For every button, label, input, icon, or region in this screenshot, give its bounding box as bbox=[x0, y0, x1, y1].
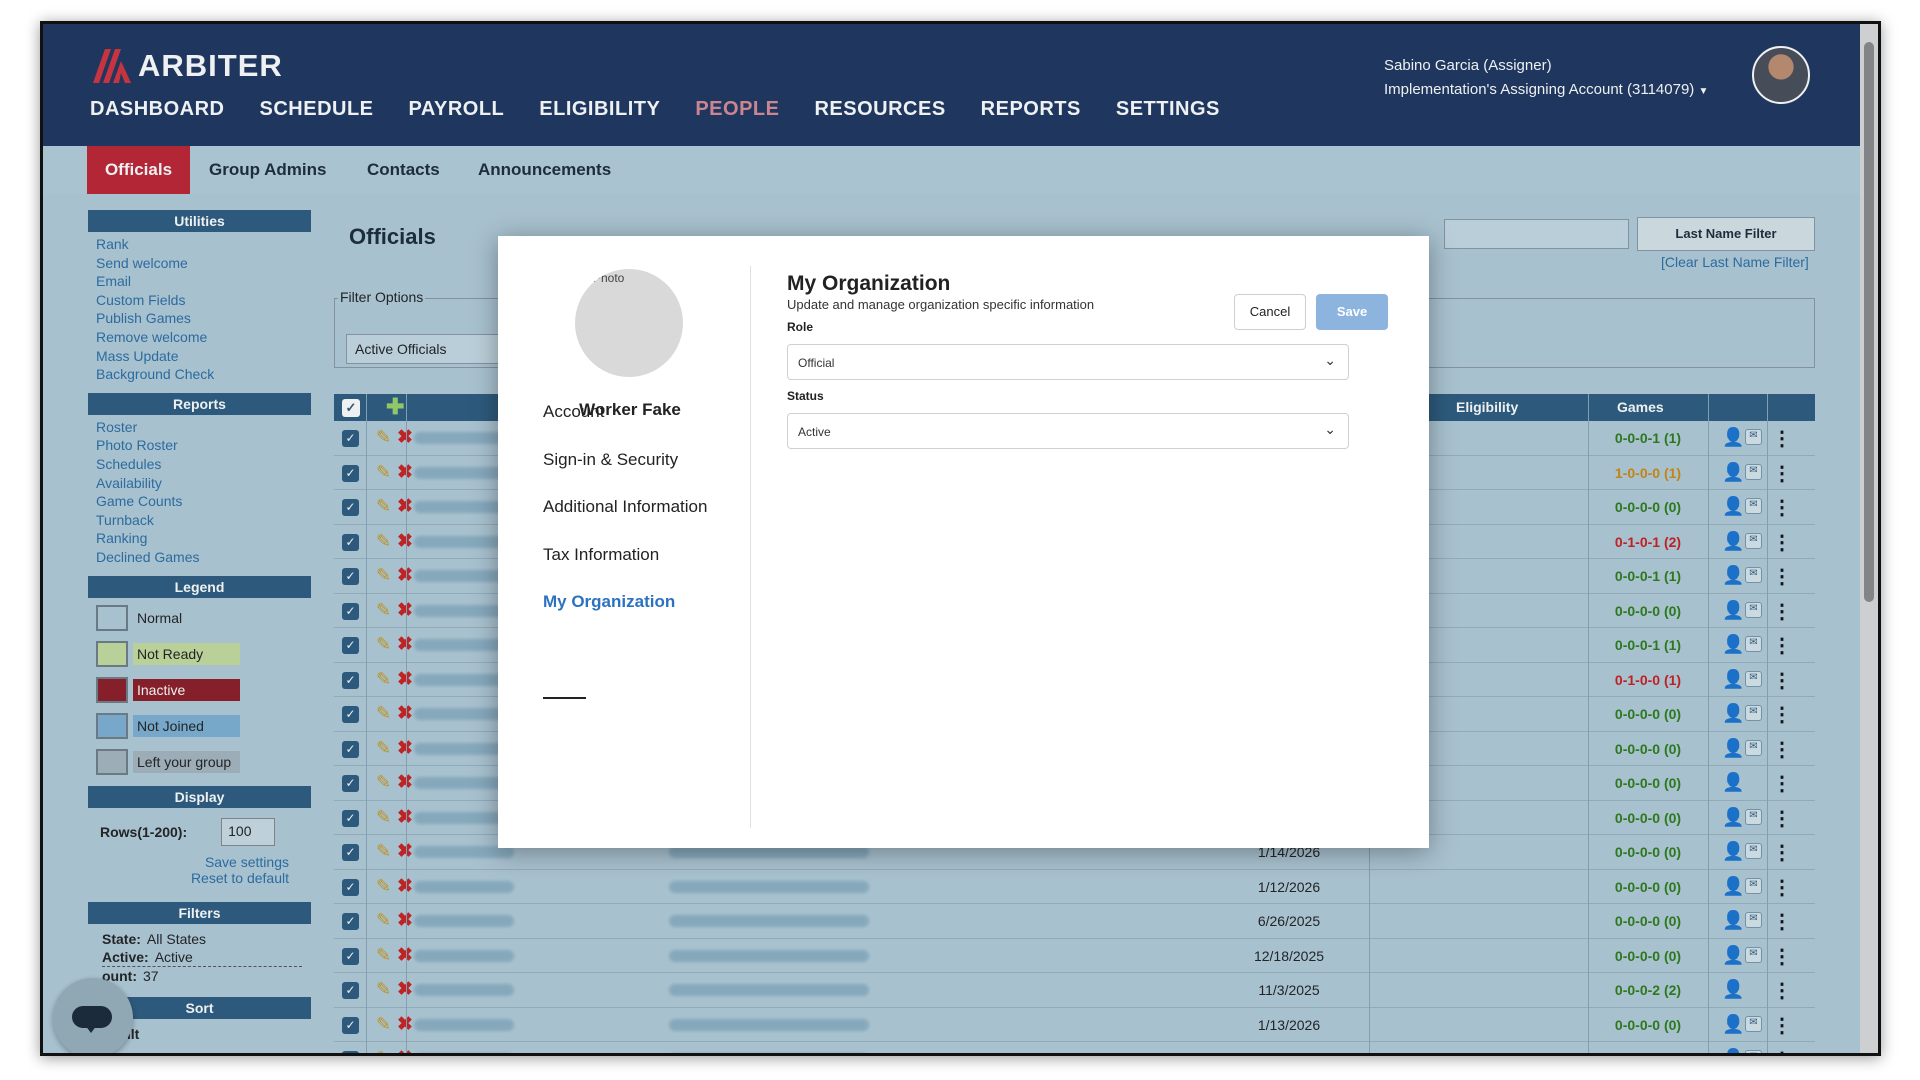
browser-window: ARBITER DASHBOARD SCHEDULE PAYROLL ELIGIBIL… bbox=[40, 21, 1881, 1056]
cancel-button[interactable]: Cancel bbox=[1234, 294, 1306, 330]
status-value: Active bbox=[798, 425, 831, 439]
modal-nav-tax-information[interactable]: Tax Information bbox=[543, 545, 659, 565]
modal-nav-additional-information[interactable]: Additional Information bbox=[543, 497, 707, 517]
save-button[interactable]: Save bbox=[1316, 294, 1388, 330]
chevron-down-icon: ⌄ bbox=[1324, 352, 1336, 368]
modal-nav-account[interactable]: Account bbox=[543, 402, 604, 422]
modal-subtitle: Update and manage organization specific … bbox=[787, 297, 1095, 312]
blurred-name bbox=[414, 1053, 514, 1056]
role-select[interactable]: Official ⌄ bbox=[787, 344, 1349, 380]
chevron-down-icon: ⌄ bbox=[1324, 421, 1336, 437]
status-select[interactable]: Active ⌄ bbox=[787, 413, 1349, 449]
photo-label: Photo bbox=[593, 271, 625, 285]
blurred-email bbox=[669, 1053, 869, 1056]
role-label: Role bbox=[787, 320, 814, 334]
profile-modal: Photo Worker Fake Account Sign-in & Secu… bbox=[498, 236, 1429, 848]
modal-nav-sign-in-security[interactable]: Sign-in & Security bbox=[543, 450, 678, 470]
modal-title: My Organization bbox=[787, 272, 951, 295]
role-value: Official bbox=[798, 356, 835, 370]
modal-divider bbox=[750, 266, 751, 828]
status-label: Status bbox=[787, 389, 824, 403]
active-nav-underline bbox=[543, 697, 586, 699]
modal-nav-my-organization[interactable]: My Organization bbox=[543, 592, 675, 612]
profile-photo[interactable]: Photo bbox=[575, 269, 683, 377]
